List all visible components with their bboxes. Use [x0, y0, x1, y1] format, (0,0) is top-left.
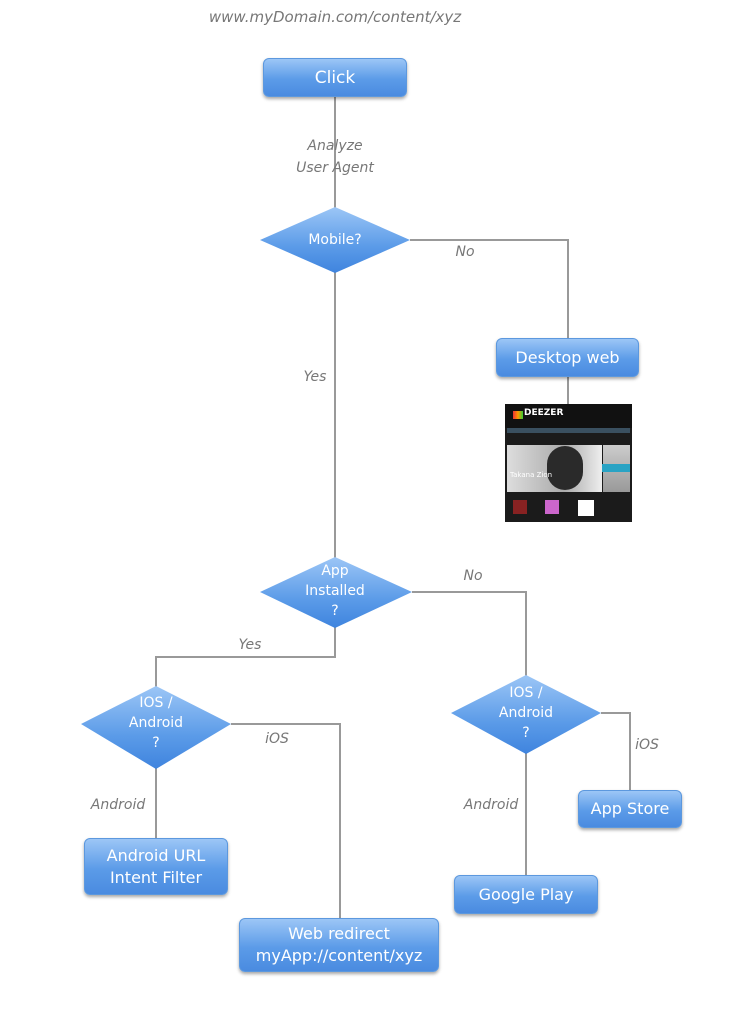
right-ios-label: iOS	[635, 737, 659, 753]
app-store-node[interactable]: App Store	[578, 790, 682, 828]
thumbnail-artist: Takana Zion	[510, 471, 553, 479]
google-play-node[interactable]: Google Play	[454, 875, 598, 914]
mobile-no-label: No	[455, 244, 475, 260]
click-node[interactable]: Click	[263, 58, 407, 97]
edge-mobile-no	[410, 239, 569, 338]
installed-no-label: No	[463, 568, 483, 584]
url-label: www.myDomain.com/content/xyz	[208, 8, 462, 26]
edge-right-ios	[601, 712, 631, 790]
left-android-label: Android	[90, 797, 146, 813]
desktop-screenshot-thumbnail: DEEZER Takana Zion	[505, 404, 632, 522]
left-ios-label: iOS	[265, 731, 289, 747]
thumbnail-brand: DEEZER	[524, 408, 564, 418]
os-right-decision[interactable]: IOS / Android ?	[461, 683, 591, 743]
edge-installed-no	[412, 591, 527, 678]
desktop-web-node[interactable]: Desktop web	[496, 338, 639, 377]
web-redirect-node[interactable]: Web redirect myApp://content/xyz	[239, 918, 439, 972]
mobile-yes-label: Yes	[303, 369, 327, 385]
android-url-intent-filter-node[interactable]: Android URL Intent Filter	[84, 838, 228, 895]
os-left-decision[interactable]: IOS / Android ?	[91, 693, 221, 753]
right-android-label: Android	[463, 797, 519, 813]
app-installed-decision[interactable]: App Installed ?	[270, 561, 400, 621]
edge-installed-yes	[155, 626, 336, 690]
analyze-user-agent-label: Analyze User Agent	[296, 138, 374, 176]
mobile-decision[interactable]: Mobile?	[270, 230, 400, 250]
installed-yes-label: Yes	[238, 637, 262, 653]
edge-left-ios	[231, 723, 341, 918]
